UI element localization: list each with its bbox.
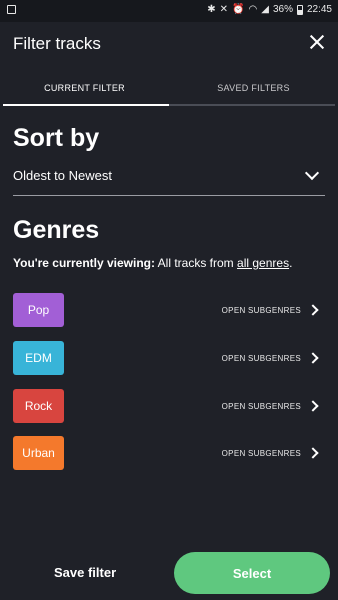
notification-icon bbox=[7, 5, 16, 14]
open-subgenres-edm[interactable]: OPEN SUBGENRES bbox=[222, 341, 325, 375]
genre-chip-rock[interactable]: Rock bbox=[13, 389, 64, 423]
open-subgenres-urban[interactable]: OPEN SUBGENRES bbox=[222, 436, 325, 470]
tab-bar: CURRENT FILTER SAVED FILTERS bbox=[0, 66, 338, 106]
all-genres-link[interactable]: all genres bbox=[237, 256, 289, 270]
bluetooth-icon: ✱ bbox=[207, 4, 216, 15]
genre-chip-urban[interactable]: Urban bbox=[13, 436, 64, 470]
save-filter-button[interactable]: Save filter bbox=[54, 565, 116, 580]
signal-icon: ◢ bbox=[261, 4, 269, 15]
sort-heading: Sort by bbox=[13, 124, 100, 152]
mute-icon: ✕ bbox=[219, 4, 229, 15]
tab-current-filter[interactable]: CURRENT FILTER bbox=[0, 66, 169, 106]
viewing-suffix: . bbox=[289, 256, 293, 270]
select-button[interactable]: Select bbox=[174, 552, 330, 594]
open-subgenres-label: OPEN SUBGENRES bbox=[221, 448, 301, 458]
chevron-right-icon bbox=[307, 304, 319, 316]
genre-chip-edm[interactable]: EDM bbox=[13, 341, 64, 375]
genre-chip-pop[interactable]: Pop bbox=[13, 293, 64, 327]
wifi-icon: ◠ bbox=[248, 4, 258, 15]
sort-selected-value: Oldest to Newest bbox=[13, 168, 112, 183]
chevron-right-icon bbox=[307, 400, 319, 412]
tab-saved-filters[interactable]: SAVED FILTERS bbox=[169, 66, 338, 106]
alarm-icon: ⏰ bbox=[232, 4, 245, 15]
chevron-right-icon bbox=[307, 447, 319, 459]
viewing-middle: All tracks from bbox=[157, 256, 234, 270]
page-title: Filter tracks bbox=[13, 34, 101, 53]
battery-percent: 36% bbox=[272, 4, 293, 15]
sort-dropdown[interactable]: Oldest to Newest bbox=[13, 164, 325, 196]
genre-row-urban: Urban OPEN SUBGENRES bbox=[13, 436, 325, 470]
open-subgenres-label: OPEN SUBGENRES bbox=[221, 401, 301, 411]
open-subgenres-label: OPEN SUBGENRES bbox=[221, 353, 301, 363]
status-bar: ✱ ✕ ⏰ ◠ ◢ 36% 22:45 bbox=[0, 0, 338, 22]
open-subgenres-rock[interactable]: OPEN SUBGENRES bbox=[222, 389, 325, 423]
open-subgenres-label: OPEN SUBGENRES bbox=[221, 305, 301, 315]
close-icon[interactable] bbox=[306, 31, 328, 53]
viewing-prefix: You're currently viewing: bbox=[13, 256, 155, 270]
genre-row-rock: Rock OPEN SUBGENRES bbox=[13, 389, 325, 423]
battery-icon bbox=[296, 4, 303, 15]
chevron-right-icon bbox=[307, 352, 319, 364]
genre-row-pop: Pop OPEN SUBGENRES bbox=[13, 293, 325, 327]
open-subgenres-pop[interactable]: OPEN SUBGENRES bbox=[222, 293, 325, 327]
genre-row-edm: EDM OPEN SUBGENRES bbox=[13, 341, 325, 375]
viewing-summary: You're currently viewing: All tracks fro… bbox=[13, 256, 292, 270]
genres-heading: Genres bbox=[13, 216, 100, 244]
clock: 22:45 bbox=[306, 4, 332, 15]
app-bar: Filter tracks bbox=[0, 22, 338, 66]
status-icons: ✱ ✕ ⏰ ◠ ◢ 36% 22:45 bbox=[207, 4, 332, 15]
chevron-down-icon bbox=[304, 165, 320, 181]
